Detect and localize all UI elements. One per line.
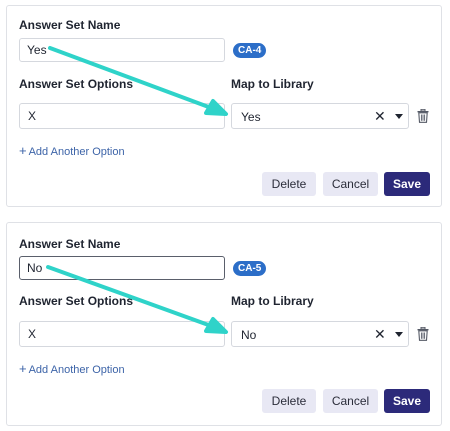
chevron-down-icon[interactable] xyxy=(395,332,403,337)
library-select[interactable]: Yes ✕ xyxy=(231,103,409,129)
add-another-option-link[interactable]: + Add Another Option xyxy=(19,361,125,376)
answer-set-id-badge: CA-5 xyxy=(233,261,267,276)
answer-set-options-label: Answer Set Options xyxy=(19,77,134,91)
answer-option-input[interactable] xyxy=(19,321,225,347)
answer-set-name-label: Answer Set Name xyxy=(19,18,121,32)
answer-set-card: Answer Set Name CA-5 Answer Set Options … xyxy=(6,222,442,426)
save-button[interactable]: Save xyxy=(384,172,430,196)
trash-icon[interactable] xyxy=(417,327,429,341)
chevron-down-icon[interactable] xyxy=(395,114,403,119)
answer-option-input[interactable] xyxy=(19,103,225,129)
answer-set-id-badge: CA-4 xyxy=(233,43,267,58)
library-select-value: No xyxy=(241,328,257,342)
plus-icon: + xyxy=(19,361,27,376)
clear-icon[interactable]: ✕ xyxy=(374,326,386,342)
answer-set-name-input[interactable] xyxy=(19,256,225,280)
trash-icon[interactable] xyxy=(417,109,429,123)
clear-icon[interactable]: ✕ xyxy=(374,108,386,124)
plus-icon: + xyxy=(19,143,27,158)
delete-button[interactable]: Delete xyxy=(262,172,316,196)
map-to-library-label: Map to Library xyxy=(231,77,314,91)
answer-set-options-label: Answer Set Options xyxy=(19,294,134,308)
answer-set-card: Answer Set Name CA-4 Answer Set Options … xyxy=(6,5,442,207)
answer-set-name-label: Answer Set Name xyxy=(19,237,121,251)
add-another-option-link[interactable]: + Add Another Option xyxy=(19,143,125,158)
delete-button[interactable]: Delete xyxy=(262,389,316,413)
save-button[interactable]: Save xyxy=(384,389,430,413)
map-to-library-label: Map to Library xyxy=(231,294,314,308)
cancel-button[interactable]: Cancel xyxy=(323,172,378,196)
add-another-option-label: Add Another Option xyxy=(28,146,125,158)
answer-set-name-input[interactable] xyxy=(19,38,225,62)
library-select[interactable]: No ✕ xyxy=(231,321,409,347)
library-select-value: Yes xyxy=(241,110,261,124)
add-another-option-label: Add Another Option xyxy=(28,364,125,376)
cancel-button[interactable]: Cancel xyxy=(323,389,378,413)
